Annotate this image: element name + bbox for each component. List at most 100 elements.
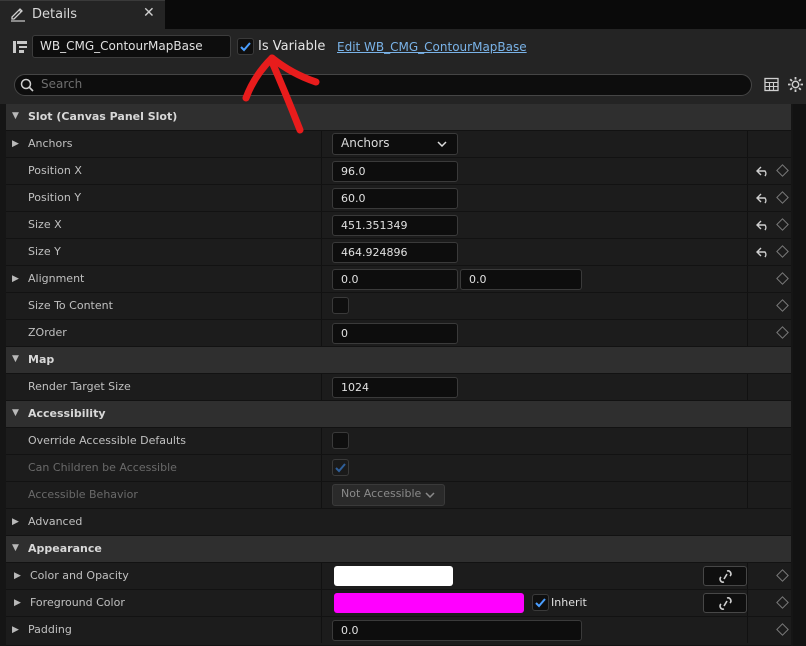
reset-to-default-icon[interactable] xyxy=(756,246,770,258)
keyframe-diamond-icon[interactable] xyxy=(776,245,789,258)
keyframe-diamond-icon[interactable] xyxy=(776,596,789,609)
position-x-input[interactable]: 96.0 xyxy=(332,161,458,182)
column-divider xyxy=(321,266,322,292)
expand-arrow-icon[interactable]: ▶ xyxy=(12,625,19,635)
column-divider xyxy=(747,212,748,238)
property-matrix-icon[interactable] xyxy=(764,77,779,92)
size-to-content-checkbox[interactable] xyxy=(332,297,349,314)
section-map[interactable]: ▼ Map xyxy=(6,347,791,374)
foreground-color-swatch[interactable] xyxy=(334,593,524,613)
size-x-input[interactable]: 451.351349 xyxy=(332,215,458,236)
size-x-label: Size X xyxy=(28,218,62,231)
column-divider xyxy=(321,185,322,211)
position-x-label: Position X xyxy=(28,164,82,177)
anchors-label: Anchors xyxy=(28,137,73,150)
prop-row-override-accessible: Override Accessible Defaults xyxy=(6,428,791,455)
expand-arrow-icon[interactable]: ▶ xyxy=(12,274,19,284)
section-accessibility-label: Accessibility xyxy=(28,407,106,420)
zorder-label: ZOrder xyxy=(28,326,67,339)
size-to-content-label: Size To Content xyxy=(28,299,113,312)
position-y-label: Position Y xyxy=(28,191,82,204)
link-icon xyxy=(719,570,732,583)
checkmark-icon xyxy=(240,42,251,52)
children-accessible-checkbox xyxy=(332,459,349,476)
inherit-label[interactable]: Inherit xyxy=(551,596,587,609)
widget-icon xyxy=(13,41,27,53)
prop-row-color-opacity: ▶ Color and Opacity xyxy=(6,563,791,590)
prop-row-position-y: Position Y 60.0 xyxy=(6,185,791,212)
chevron-down-icon xyxy=(437,141,447,147)
gear-icon[interactable] xyxy=(787,76,804,93)
reset-to-default-icon[interactable] xyxy=(756,219,770,231)
column-divider xyxy=(747,185,748,211)
section-slot-label: Slot (Canvas Panel Slot) xyxy=(28,110,178,123)
prop-row-alignment: ▶ Alignment 0.0 0.0 xyxy=(6,266,791,293)
prop-row-children-accessible: Can Children be Accessible xyxy=(6,455,791,482)
binding-button[interactable] xyxy=(703,566,747,586)
zorder-input[interactable]: 0 xyxy=(332,323,458,344)
keyframe-diamond-icon[interactable] xyxy=(776,164,789,177)
section-advanced-label: Advanced xyxy=(28,515,83,528)
prop-row-render-target-size: Render Target Size 1024 xyxy=(6,374,791,401)
keyframe-diamond-icon[interactable] xyxy=(776,218,789,231)
is-variable-label[interactable]: Is Variable xyxy=(258,39,325,54)
color-opacity-swatch[interactable] xyxy=(334,566,453,586)
alignment-label: Alignment xyxy=(28,272,85,285)
expand-arrow-icon[interactable]: ▶ xyxy=(14,598,21,608)
prop-row-size-y: Size Y 464.924896 xyxy=(6,239,791,266)
color-opacity-label: Color and Opacity xyxy=(30,569,129,582)
vertical-scrollbar[interactable] xyxy=(793,104,806,646)
search-input[interactable] xyxy=(14,74,752,96)
is-variable-checkbox[interactable] xyxy=(237,38,254,55)
render-target-size-input[interactable]: 1024 xyxy=(332,377,458,398)
widget-name-input[interactable]: WB_CMG_ContourMapBase xyxy=(32,35,231,58)
column-divider xyxy=(747,293,748,319)
keyframe-diamond-icon[interactable] xyxy=(776,326,789,339)
inherit-checkbox[interactable] xyxy=(532,594,549,611)
expand-arrow-icon[interactable]: ▶ xyxy=(14,571,21,581)
column-divider xyxy=(321,320,322,346)
expand-arrow-icon[interactable]: ▶ xyxy=(12,139,19,149)
children-accessible-label: Can Children be Accessible xyxy=(28,461,177,474)
alignment-x-input[interactable]: 0.0 xyxy=(332,269,458,290)
section-map-label: Map xyxy=(28,353,55,366)
expand-arrow-icon: ▶ xyxy=(12,517,19,527)
keyframe-diamond-icon[interactable] xyxy=(776,272,789,285)
size-y-input[interactable]: 464.924896 xyxy=(332,242,458,263)
link-icon xyxy=(719,597,732,610)
reset-to-default-icon[interactable] xyxy=(756,192,770,204)
anchors-value: Anchors xyxy=(341,136,390,150)
accessible-behavior-dropdown: Not Accessible xyxy=(332,484,445,506)
override-accessible-checkbox[interactable] xyxy=(332,432,349,449)
section-appearance[interactable]: ▼ Appearance xyxy=(6,536,791,563)
anchors-dropdown[interactable]: Anchors xyxy=(332,133,458,155)
keyframe-diamond-icon[interactable] xyxy=(776,623,789,636)
collapse-arrow-icon: ▼ xyxy=(12,111,19,121)
column-divider xyxy=(747,266,748,292)
prop-row-accessible-behavior: Accessible Behavior Not Accessible xyxy=(6,482,791,509)
binding-button[interactable] xyxy=(703,593,747,613)
prop-row-position-x: Position X 96.0 xyxy=(6,158,791,185)
column-divider xyxy=(321,374,322,400)
padding-input[interactable]: 0.0 xyxy=(332,620,582,641)
column-divider xyxy=(321,482,322,508)
prop-row-anchors: ▶ Anchors Anchors xyxy=(6,131,791,158)
checkmark-icon xyxy=(535,598,546,608)
annotation-arrow-icon xyxy=(242,54,320,134)
reset-to-default-icon[interactable] xyxy=(756,165,770,177)
column-divider xyxy=(321,131,322,157)
size-y-label: Size Y xyxy=(28,245,61,258)
edit-widget-link[interactable]: Edit WB_CMG_ContourMapBase xyxy=(337,40,527,54)
column-divider xyxy=(747,428,748,454)
keyframe-diamond-icon[interactable] xyxy=(776,569,789,582)
close-icon[interactable]: ✕ xyxy=(143,5,155,21)
column-divider xyxy=(747,617,748,643)
position-y-input[interactable]: 60.0 xyxy=(332,188,458,209)
keyframe-diamond-icon[interactable] xyxy=(776,299,789,312)
section-accessibility[interactable]: ▼ Accessibility xyxy=(6,401,791,428)
column-divider xyxy=(747,482,748,508)
section-advanced[interactable]: ▶ Advanced xyxy=(6,509,791,536)
section-slot[interactable]: ▼ Slot (Canvas Panel Slot) xyxy=(6,104,791,131)
alignment-y-input[interactable]: 0.0 xyxy=(460,269,582,290)
keyframe-diamond-icon[interactable] xyxy=(776,191,789,204)
